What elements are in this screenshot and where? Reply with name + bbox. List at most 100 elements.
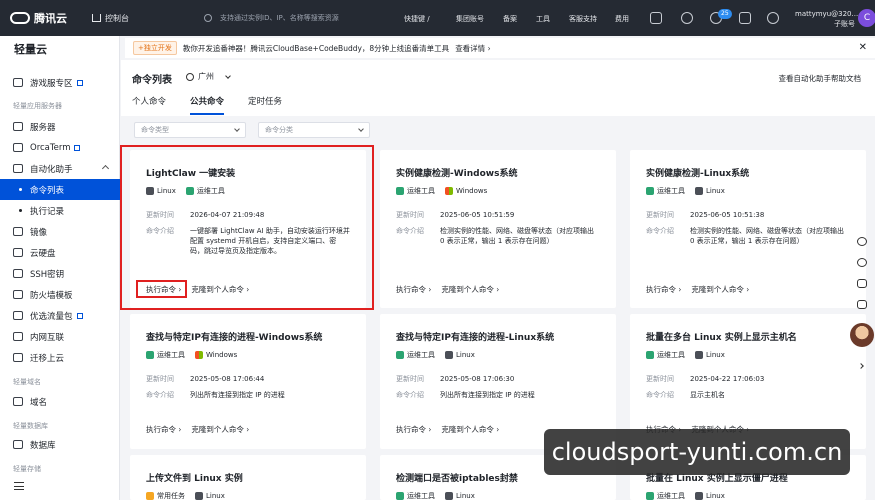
sidebar-item-label: 域名 [30,397,48,408]
assistant-avatar[interactable] [850,323,874,347]
database-icon [13,440,23,449]
headset-icon[interactable] [857,237,867,246]
user-role: 子账号 [834,20,855,28]
doc-icon[interactable] [739,12,751,24]
tag-label: 运维工具 [657,492,685,500]
command-type-select[interactable]: 命令类型 [134,122,246,138]
migrate-icon [13,353,23,362]
sidebar-item-domain[interactable]: 域名 [0,391,120,412]
sidebar-item-label: 自动化助手 [30,164,73,175]
meta-value: 2025-06-05 10:51:38 [690,211,765,219]
tab-personal-commands[interactable]: 个人命令 [132,95,166,115]
tag-label: Windows [456,187,488,195]
command-card[interactable]: 查找与特定IP有连接的进程-Windows系统 运维工具 Windows 更新时… [130,314,366,449]
ops-tool-icon [646,351,654,359]
sidebar-item-migration[interactable]: 迁移上云 [0,347,120,368]
menu-icon[interactable] [14,482,24,490]
watermark-banner: cloudsport-yunti.com.cn [544,429,850,475]
image-icon [13,227,23,236]
clone-command-link[interactable]: 克隆到个人命令 › [191,424,249,435]
chevron-up-icon [101,164,110,173]
support-link[interactable]: 客服支持 [569,14,597,24]
sidebar-group-domain: 轻量域名 [13,378,41,386]
tag-label: Linux [706,187,725,195]
external-link-icon [76,312,83,319]
meta-value: 检测实例的性能、网络、磁盘等状态（对应项输出 0 表示正常，输出 1 表示存在问… [690,227,844,245]
sidebar-item-cloud-disk[interactable]: 云硬盘 [0,242,120,263]
refresh-icon[interactable] [857,258,867,267]
gear-icon[interactable] [767,12,779,24]
notice-tag: +独立开发 [133,41,177,55]
cloud-logo-icon [10,12,30,24]
close-icon[interactable]: ✕ [859,42,867,53]
sidebar-group-database: 轻量数据库 [13,422,48,430]
sidebar-item-label: 数据库 [30,440,56,451]
billing-link[interactable]: 费用 [615,14,629,24]
sidebar-item-image[interactable]: 镜像 [0,221,120,242]
notification-badge: 25 [718,9,732,19]
ops-tool-icon [646,492,654,500]
sidebar-item-orcaterm[interactable]: OrcaTerm [0,137,120,158]
book-icon[interactable] [857,279,867,288]
sidebar-item-database[interactable]: 数据库 [0,434,120,455]
tag-label: Windows [206,351,238,359]
qr-icon[interactable] [650,12,662,24]
clone-command-link[interactable]: 克隆到个人命令 › [441,284,499,295]
sidebar-item-exec-records[interactable]: 执行记录 [0,200,120,221]
shortcut-link[interactable]: 快捷键 / [404,14,430,24]
user-info[interactable]: mattymyu@320... 子账号 [795,9,858,29]
tab-scheduled-tasks[interactable]: 定时任务 [248,95,282,115]
region-selector[interactable]: 广州 [186,71,231,82]
sidebar-item-label: 执行记录 [30,206,65,217]
command-card[interactable]: 实例健康检测-Linux系统 运维工具 Linux 更新时间 2025-06-05… [630,150,866,308]
run-command-link[interactable]: 执行命令 › [396,424,431,435]
chevron-down-icon [234,126,240,132]
notice-link[interactable]: 查看详情 › [455,43,490,54]
avatar[interactable]: C [858,9,875,27]
compass-icon[interactable] [681,12,693,24]
group-account-link[interactable]: 集团账号 [456,14,484,24]
command-card[interactable]: 实例健康检测-Windows系统 运维工具 Windows 更新时间 2025-0… [380,150,616,308]
meta-value: 2025-05-08 17:06:30 [440,375,515,383]
notice-banner: +独立开发 教你开发追番神器！腾讯云CloudBase+CodeBuddy，8分… [125,38,875,58]
command-card[interactable]: 上传文件到 Linux 实例 常用任务 Linux [130,455,366,500]
sidebar-item-label: 游戏服专区 [30,78,73,89]
sidebar-item-label: 命令列表 [30,185,65,196]
sidebar-item-traffic-pack[interactable]: 优选流量包 [0,305,120,326]
help-doc-link[interactable]: 查看自动化助手帮助文档 [779,73,862,84]
external-link-icon [76,79,83,86]
globe-icon [186,72,194,81]
run-command-link[interactable]: 执行命令 › [646,284,681,295]
tab-public-commands[interactable]: 公共命令 [190,95,225,115]
card-title: 查找与特定IP有连接的进程-Windows系统 [146,333,323,343]
run-command-link[interactable]: 执行命令 › [396,284,431,295]
sidebar-group-storage: 轻量存储 [13,465,41,473]
tag-label: 运维工具 [157,351,185,359]
clone-command-link[interactable]: 克隆到个人命令 › [441,424,499,435]
console-link[interactable]: 控制台 [92,13,192,24]
global-search[interactable]: 支持通过实例ID、IP、名称等搜索资源 [204,13,394,23]
brand-logo[interactable]: 腾讯云 [10,10,92,26]
sidebar-item-intranet[interactable]: 内网互联 [0,326,120,347]
sidebar-item-command-list[interactable]: 命令列表 [0,179,120,200]
sidebar-item-firewall[interactable]: 防火墙模板 [0,284,120,305]
ops-tool-icon [396,351,404,359]
tag-label: 运维工具 [407,187,435,195]
command-category-select[interactable]: 命令分类 [258,122,370,138]
meta-value: 显示主机名 [690,391,725,399]
tools-link[interactable]: 工具 [536,14,550,24]
sidebar-item-automation[interactable]: 自动化助手 [0,158,120,179]
sidebar-item-ssh-key[interactable]: SSH密钥 [0,263,120,284]
sidebar-item-server[interactable]: 服务器 [0,116,120,137]
filing-link[interactable]: 备案 [503,14,517,24]
meta-key: 更新时间 [646,375,674,383]
message-icon[interactable] [857,300,867,309]
tag-label: Linux [706,351,725,359]
sidebar-item-label: 内网互联 [30,332,65,343]
tag-label: Linux [456,492,475,500]
card-title: 查找与特定IP有连接的进程-Linux系统 [396,333,555,343]
run-command-link[interactable]: 执行命令 › [146,424,181,435]
globe-icon [13,397,23,406]
sidebar-item-game-server[interactable]: 游戏服专区 [0,72,120,93]
clone-command-link[interactable]: 克隆到个人命令 › [691,284,749,295]
